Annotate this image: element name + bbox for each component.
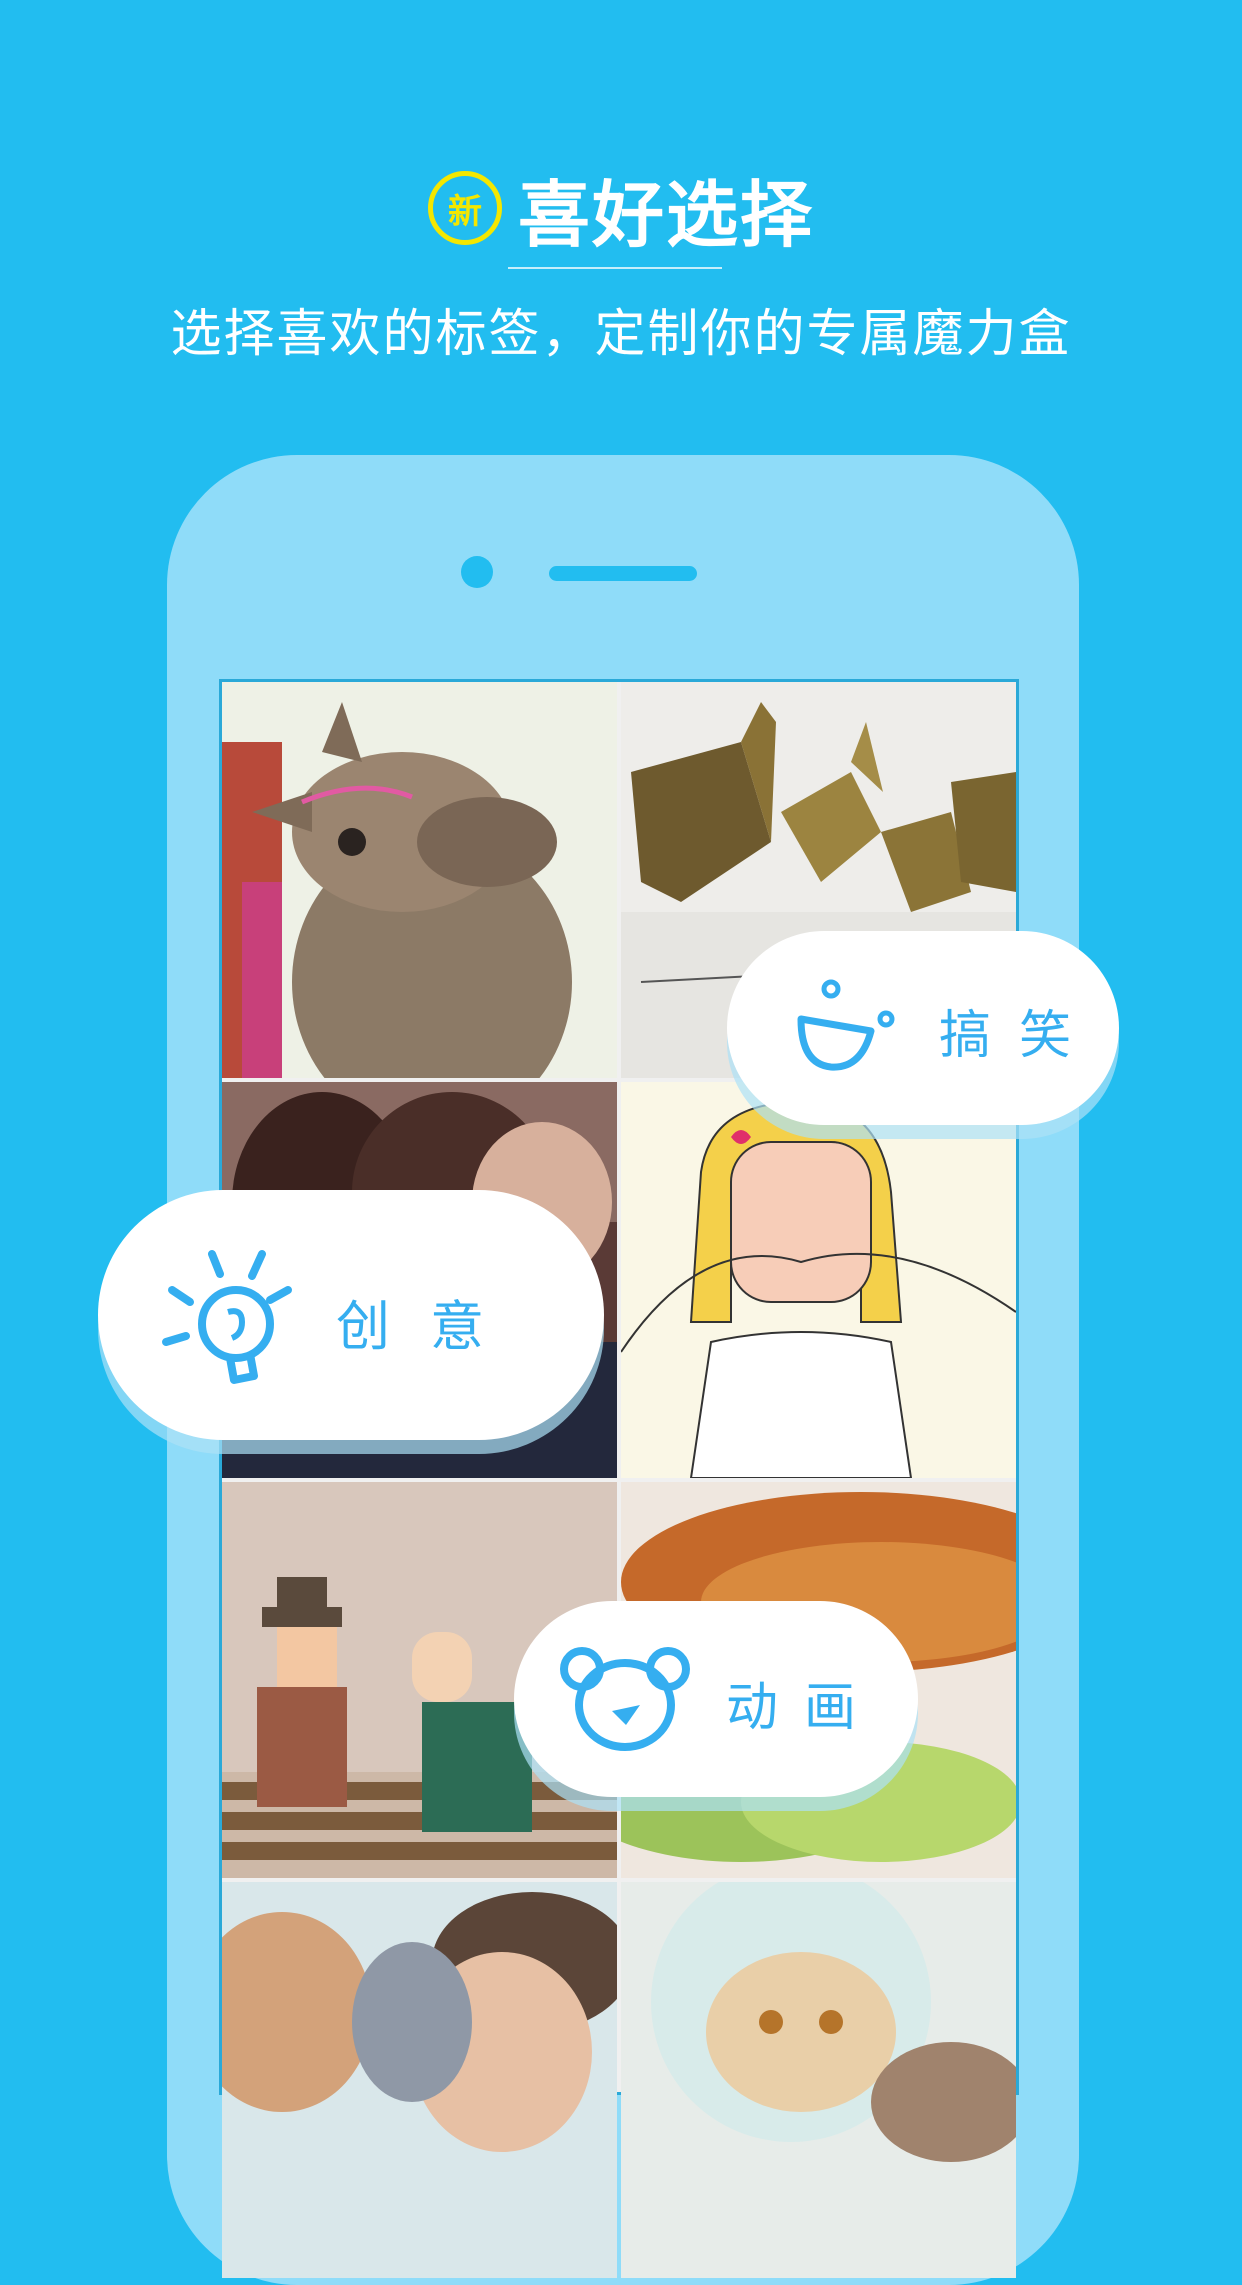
tag-funny-label: 搞笑 — [939, 1006, 1100, 1066]
header: 新 喜好选择 选择喜欢的标签，定制你的专属魔力盒 — [0, 0, 1242, 400]
title-divider — [508, 267, 722, 269]
persian-cat-image — [621, 1882, 1016, 2278]
kiss-collage-image — [222, 1882, 617, 2278]
page-title: 喜好选择 — [517, 172, 814, 257]
tag-creative-label: 创意 — [336, 1295, 524, 1358]
grid-tile-llama[interactable] — [222, 682, 617, 1078]
phone-camera — [461, 556, 493, 588]
title-row: 新 喜好选择 — [0, 148, 1242, 268]
tag-animation-label: 动画 — [726, 1678, 883, 1738]
llama-image — [222, 682, 617, 1078]
grid-tile-cartoon-girl[interactable] — [621, 1082, 1016, 1478]
page-subtitle: 选择喜欢的标签，定制你的专属魔力盒 — [170, 305, 1072, 364]
bear-face-icon — [560, 1647, 690, 1751]
grid-tile-kiss-collage[interactable] — [222, 1882, 617, 2278]
grid-tile-persian-cat[interactable] — [621, 1882, 1016, 2278]
new-badge: 新 — [427, 171, 502, 245]
tag-animation-button[interactable]: 动画 — [514, 1601, 918, 1797]
cartoon-girl-image — [621, 1082, 1016, 1478]
tag-creative-button[interactable]: 创意 — [98, 1190, 604, 1440]
phone-speaker — [549, 566, 697, 581]
tag-funny-button[interactable]: 搞笑 — [727, 931, 1119, 1125]
lightbulb-icon — [162, 1250, 292, 1384]
laughing-face-icon — [797, 979, 895, 1071]
